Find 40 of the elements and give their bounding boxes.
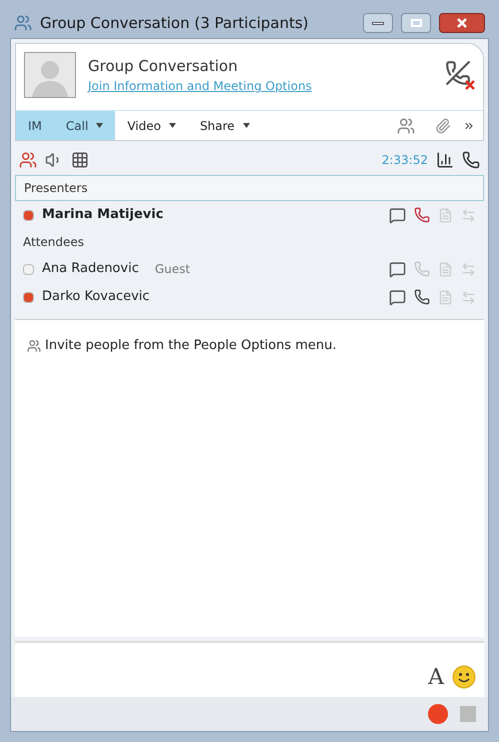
conversation-title: Group Conversation bbox=[88, 56, 239, 77]
toolbar-tab[interactable]: Call bbox=[54, 111, 116, 140]
phone-icon[interactable] bbox=[414, 207, 430, 223]
participants-icon[interactable] bbox=[19, 151, 37, 169]
chat-icon[interactable] bbox=[389, 288, 406, 306]
call-control-icon[interactable] bbox=[462, 151, 480, 169]
participant-name[interactable]: Darko Kovacevic bbox=[42, 287, 150, 307]
people-icon[interactable] bbox=[397, 116, 415, 134]
minimize-button[interactable] bbox=[363, 13, 393, 33]
invite-message: Invite people from the People Options menu. bbox=[45, 337, 337, 355]
group-heading: Presenters bbox=[15, 175, 484, 201]
attachment-icon[interactable] bbox=[435, 118, 451, 134]
transfer-icon bbox=[461, 290, 476, 304]
document-icon bbox=[438, 262, 453, 276]
invite-icon bbox=[27, 338, 41, 353]
document-icon bbox=[438, 208, 453, 222]
smiley-icon[interactable] bbox=[452, 665, 476, 689]
document-icon bbox=[438, 290, 453, 304]
chat-icon[interactable] bbox=[389, 206, 406, 224]
guest-label: Guest bbox=[154, 261, 190, 278]
window-title: Group Conversation (3 Participants) bbox=[40, 12, 310, 34]
avatar-icon bbox=[24, 52, 76, 98]
maximize-button[interactable] bbox=[401, 13, 431, 33]
hang-up-icon[interactable] bbox=[445, 60, 475, 90]
close-icon bbox=[457, 18, 467, 28]
chat-icon[interactable] bbox=[389, 260, 406, 278]
compose-field[interactable]: A bbox=[15, 641, 484, 697]
font-button[interactable]: A bbox=[428, 667, 444, 689]
phone-icon[interactable] bbox=[414, 289, 430, 305]
transfer-icon bbox=[461, 208, 476, 222]
close-button[interactable] bbox=[439, 13, 485, 33]
call-duration: 2:33:52 bbox=[382, 152, 428, 169]
participant-name[interactable]: Marina Matijevic bbox=[42, 205, 164, 225]
group-heading: Attendees bbox=[22, 234, 86, 251]
toolbar-tab[interactable]: IM bbox=[16, 111, 54, 140]
transfer-icon bbox=[461, 262, 476, 276]
dialpad-icon[interactable] bbox=[71, 151, 89, 169]
signal-icon bbox=[436, 151, 454, 169]
participant-name[interactable]: Ana Radenovic bbox=[42, 259, 139, 279]
app-icon bbox=[14, 14, 32, 32]
